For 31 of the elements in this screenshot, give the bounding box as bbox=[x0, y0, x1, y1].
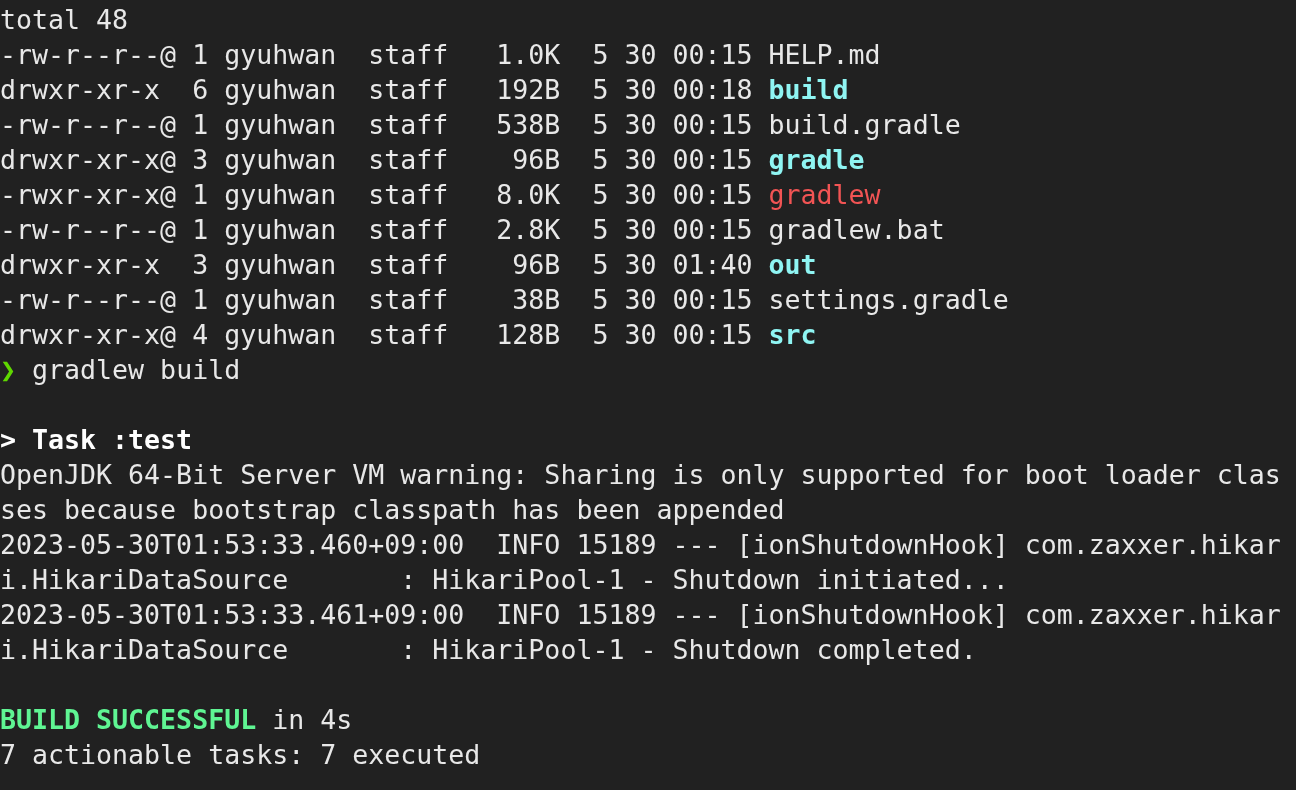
file-name: HELP.md bbox=[768, 39, 881, 70]
file-name: settings.gradle bbox=[768, 284, 1009, 315]
file-name: gradlew.bat bbox=[768, 214, 945, 245]
file-name: build bbox=[768, 74, 849, 105]
prompt-symbol: ❯ bbox=[0, 354, 16, 385]
file-info: drwxr-xr-x@ 4 gyuhwan staff 128B 5 30 00:15 bbox=[0, 319, 753, 350]
file-info: drwxr-xr-x@ 3 gyuhwan staff 96B 5 30 00:15 bbox=[0, 144, 753, 175]
file-name: gradlew bbox=[768, 179, 881, 210]
file-info: drwxr-xr-x 3 gyuhwan staff 96B 5 30 01:40 bbox=[0, 249, 753, 280]
task-heading: > Task :test bbox=[0, 424, 193, 455]
file-name: gradle bbox=[768, 144, 865, 175]
output-line: OpenJDK 64-Bit Server VM warning: Sharing is only supported for boot loader clas bbox=[0, 459, 1281, 490]
output-line: ses because bootstrap classpath has been appended bbox=[0, 494, 785, 525]
output-line: total 48 bbox=[0, 4, 129, 35]
build-status: BUILD SUCCESSFUL bbox=[0, 704, 257, 735]
output-line: 2023-05-30T01:53:33.460+09:00 INFO 15189 --- [ionShutdownHook] com.zaxxer.hikar bbox=[0, 529, 1281, 560]
output-line: i.HikariDataSource : HikariPool-1 - Shutdown initiated... bbox=[0, 564, 1009, 595]
file-info: -rw-r--r--@ 1 gyuhwan staff 1.0K 5 30 00:15 bbox=[0, 39, 753, 70]
file-info: -rw-r--r--@ 1 gyuhwan staff 38B 5 30 00:15 bbox=[0, 284, 753, 315]
file-info: drwxr-xr-x 6 gyuhwan staff 192B 5 30 00:18 bbox=[0, 74, 753, 105]
file-info: -rwxr-xr-x@ 1 gyuhwan staff 8.0K 5 30 00:15 bbox=[0, 179, 753, 210]
command-text: gradlew build bbox=[32, 354, 241, 385]
output-line: 2023-05-30T01:53:33.461+09:00 INFO 15189 --- [ionShutdownHook] com.zaxxer.hikar bbox=[0, 599, 1281, 630]
file-name: build.gradle bbox=[768, 109, 961, 140]
output-line: i.HikariDataSource : HikariPool-1 - Shutdown completed. bbox=[0, 634, 977, 665]
file-info: -rw-r--r--@ 1 gyuhwan staff 2.8K 5 30 00:15 bbox=[0, 214, 753, 245]
output-line: 7 actionable tasks: 7 executed bbox=[0, 739, 481, 770]
file-info: -rw-r--r--@ 1 gyuhwan staff 538B 5 30 00:15 bbox=[0, 109, 753, 140]
file-name: src bbox=[768, 319, 817, 350]
build-duration: in 4s bbox=[272, 704, 353, 735]
file-name: out bbox=[768, 249, 817, 280]
